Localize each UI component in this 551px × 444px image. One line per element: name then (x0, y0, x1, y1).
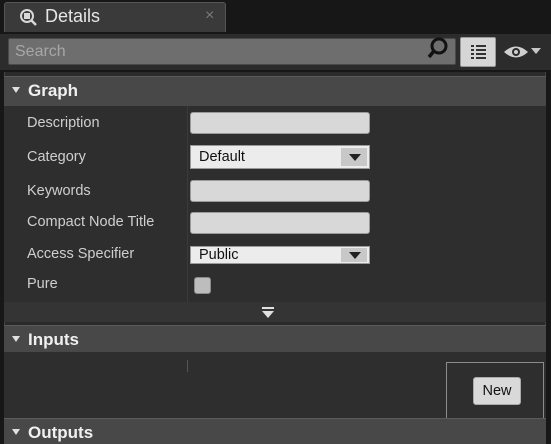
pure-label: Pure (27, 276, 58, 292)
tab-close-button[interactable]: × (205, 7, 214, 25)
access-specifier-value: Public (199, 247, 239, 263)
access-specifier-label: Access Specifier (27, 246, 135, 262)
section-header-inputs[interactable]: Inputs (4, 325, 546, 355)
column-divider[interactable] (187, 360, 188, 372)
keywords-field[interactable] (190, 180, 370, 202)
search-bar: Search (0, 34, 551, 70)
access-specifier-dropdown[interactable]: Public (190, 246, 370, 264)
section-title-outputs: Outputs (28, 423, 94, 442)
chevron-down-icon (349, 154, 361, 161)
category-value: Default (199, 149, 245, 165)
section-header-outputs[interactable]: Outputs (4, 418, 546, 444)
section-title-inputs: Inputs (28, 330, 79, 349)
collapse-triangle-icon (12, 336, 20, 342)
search-icon[interactable] (426, 36, 450, 60)
category-label: Category (27, 149, 86, 165)
search-input[interactable]: Search (8, 38, 456, 65)
chevron-down-icon[interactable] (531, 48, 541, 54)
compact-node-title-label: Compact Node Title (27, 214, 155, 230)
eye-icon[interactable] (503, 44, 529, 60)
new-input-button[interactable]: New (473, 377, 521, 405)
category-dropdown-button[interactable] (341, 148, 367, 166)
tab-strip: Details × (0, 0, 551, 34)
view-options-button[interactable] (460, 37, 496, 67)
graph-properties (4, 106, 546, 302)
category-dropdown[interactable]: Default (190, 145, 370, 169)
collapse-triangle-icon (12, 87, 20, 93)
pure-checkbox[interactable] (194, 277, 211, 294)
section-title-graph: Graph (28, 81, 79, 100)
compact-node-title-field[interactable] (190, 212, 370, 234)
description-field[interactable] (190, 112, 370, 134)
keywords-label: Keywords (27, 183, 91, 199)
chevron-down-icon (349, 252, 361, 259)
search-placeholder: Search (15, 43, 66, 60)
expand-arrow-icon (261, 306, 275, 318)
collapse-triangle-icon (12, 429, 20, 435)
tab-title: Details (45, 6, 101, 26)
advanced-expander[interactable] (4, 302, 546, 322)
tab-details[interactable]: Details × (4, 2, 226, 32)
details-icon (19, 8, 37, 26)
description-label: Description (27, 115, 100, 131)
section-header-graph[interactable]: Graph (4, 76, 546, 106)
access-specifier-dropdown-button[interactable] (341, 248, 367, 262)
column-divider[interactable] (187, 106, 188, 302)
